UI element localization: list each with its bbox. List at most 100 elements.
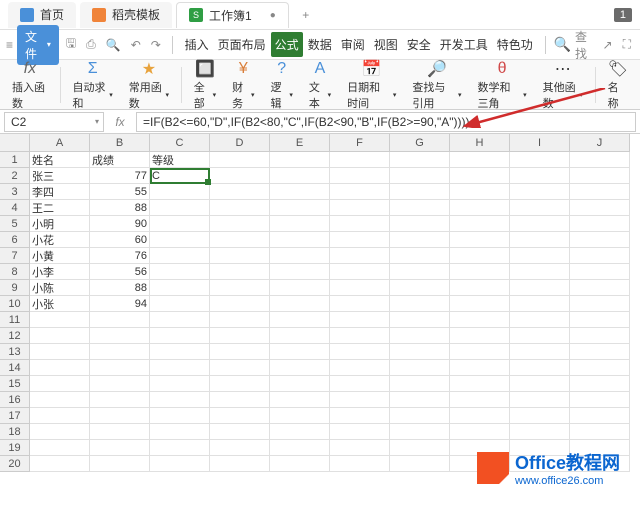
cell[interactable]: 小李 xyxy=(30,264,90,280)
cell[interactable] xyxy=(270,152,330,168)
cell[interactable] xyxy=(210,168,270,184)
cell[interactable]: 88 xyxy=(90,280,150,296)
cell[interactable] xyxy=(330,408,390,424)
cell[interactable] xyxy=(390,280,450,296)
fx-button[interactable]: fx xyxy=(108,115,132,129)
cell[interactable] xyxy=(450,376,510,392)
cell[interactable] xyxy=(270,376,330,392)
cell[interactable]: 姓名 xyxy=(30,152,90,168)
cell[interactable] xyxy=(570,248,630,264)
col-header[interactable]: J xyxy=(570,134,630,152)
print-icon[interactable]: ⎙ xyxy=(83,37,99,52)
cell[interactable] xyxy=(390,296,450,312)
cell[interactable] xyxy=(210,296,270,312)
row-header[interactable]: 14 xyxy=(0,360,30,376)
cell[interactable] xyxy=(390,184,450,200)
cell[interactable] xyxy=(570,264,630,280)
cell[interactable] xyxy=(390,216,450,232)
formula-input[interactable]: =IF(B2<=60,"D",IF(B2<80,"C",IF(B2<90,"B"… xyxy=(136,112,636,132)
row-header[interactable]: 11 xyxy=(0,312,30,328)
ribbon-tab-view[interactable]: 视图 xyxy=(370,32,402,57)
cell[interactable] xyxy=(390,376,450,392)
row-header[interactable]: 19 xyxy=(0,440,30,456)
ribbon-tab-data[interactable]: 数据 xyxy=(304,32,336,57)
save-icon[interactable]: 🖫 xyxy=(63,34,79,55)
cell[interactable] xyxy=(210,280,270,296)
cell[interactable] xyxy=(30,376,90,392)
cells-area[interactable]: 姓名成绩等级张三77C李四55王二88小明90小花60小黄76小李56小陈88小… xyxy=(30,152,630,472)
redo-icon[interactable]: ↷ xyxy=(148,38,164,52)
cell[interactable] xyxy=(510,376,570,392)
cell[interactable] xyxy=(270,184,330,200)
cell[interactable] xyxy=(570,216,630,232)
cell[interactable] xyxy=(570,184,630,200)
row-header[interactable]: 1 xyxy=(0,152,30,168)
select-all-corner[interactable] xyxy=(0,134,30,152)
cell[interactable] xyxy=(210,200,270,216)
cell[interactable] xyxy=(450,344,510,360)
menu-icon[interactable]: ≡ xyxy=(6,38,13,52)
cell[interactable] xyxy=(510,152,570,168)
cell[interactable] xyxy=(330,216,390,232)
cell[interactable] xyxy=(390,232,450,248)
cell[interactable] xyxy=(270,344,330,360)
cell[interactable] xyxy=(150,200,210,216)
all-fn-button[interactable]: 🔲 全部▾ xyxy=(188,57,222,113)
cell[interactable] xyxy=(330,424,390,440)
cell[interactable]: 王二 xyxy=(30,200,90,216)
cell[interactable] xyxy=(150,296,210,312)
cell[interactable] xyxy=(150,408,210,424)
cell[interactable] xyxy=(30,408,90,424)
cell[interactable] xyxy=(450,392,510,408)
cell[interactable] xyxy=(270,328,330,344)
row-header[interactable]: 15 xyxy=(0,376,30,392)
cell[interactable] xyxy=(270,200,330,216)
maximize-icon[interactable]: ⛶ xyxy=(620,37,634,52)
cell[interactable] xyxy=(450,248,510,264)
row-header[interactable]: 6 xyxy=(0,232,30,248)
cell[interactable] xyxy=(570,280,630,296)
cell[interactable] xyxy=(90,360,150,376)
cell[interactable] xyxy=(210,376,270,392)
cell[interactable] xyxy=(330,296,390,312)
cell[interactable] xyxy=(450,312,510,328)
cell[interactable] xyxy=(450,200,510,216)
cell[interactable]: 56 xyxy=(90,264,150,280)
cell[interactable] xyxy=(570,344,630,360)
cell[interactable] xyxy=(150,344,210,360)
cell[interactable] xyxy=(390,344,450,360)
cell[interactable] xyxy=(210,232,270,248)
cell[interactable] xyxy=(150,376,210,392)
cell[interactable]: 90 xyxy=(90,216,150,232)
row-header[interactable]: 4 xyxy=(0,200,30,216)
row-header[interactable]: 16 xyxy=(0,392,30,408)
cell[interactable] xyxy=(330,248,390,264)
cell[interactable] xyxy=(330,152,390,168)
col-header[interactable]: A xyxy=(30,134,90,152)
cell[interactable] xyxy=(270,248,330,264)
row-header[interactable]: 2 xyxy=(0,168,30,184)
cell[interactable] xyxy=(90,312,150,328)
cell[interactable]: 李四 xyxy=(30,184,90,200)
cell[interactable] xyxy=(510,408,570,424)
ribbon-tab-layout[interactable]: 页面布局 xyxy=(214,32,270,57)
cell[interactable] xyxy=(270,312,330,328)
row-header[interactable]: 5 xyxy=(0,216,30,232)
cell[interactable] xyxy=(30,424,90,440)
cell[interactable] xyxy=(90,456,150,472)
cell[interactable] xyxy=(570,328,630,344)
cell[interactable] xyxy=(330,312,390,328)
finance-fn-button[interactable]: ¥ 财务▾ xyxy=(226,57,260,113)
cell[interactable] xyxy=(390,360,450,376)
cell[interactable] xyxy=(210,456,270,472)
col-header[interactable]: D xyxy=(210,134,270,152)
col-header[interactable]: B xyxy=(90,134,150,152)
cell[interactable] xyxy=(330,360,390,376)
other-fn-button[interactable]: ⋯ 其他函数▾ xyxy=(537,57,589,113)
cell[interactable] xyxy=(390,408,450,424)
cell[interactable] xyxy=(150,264,210,280)
cell[interactable] xyxy=(510,248,570,264)
cell[interactable] xyxy=(570,376,630,392)
cell[interactable] xyxy=(270,216,330,232)
cell[interactable] xyxy=(570,360,630,376)
